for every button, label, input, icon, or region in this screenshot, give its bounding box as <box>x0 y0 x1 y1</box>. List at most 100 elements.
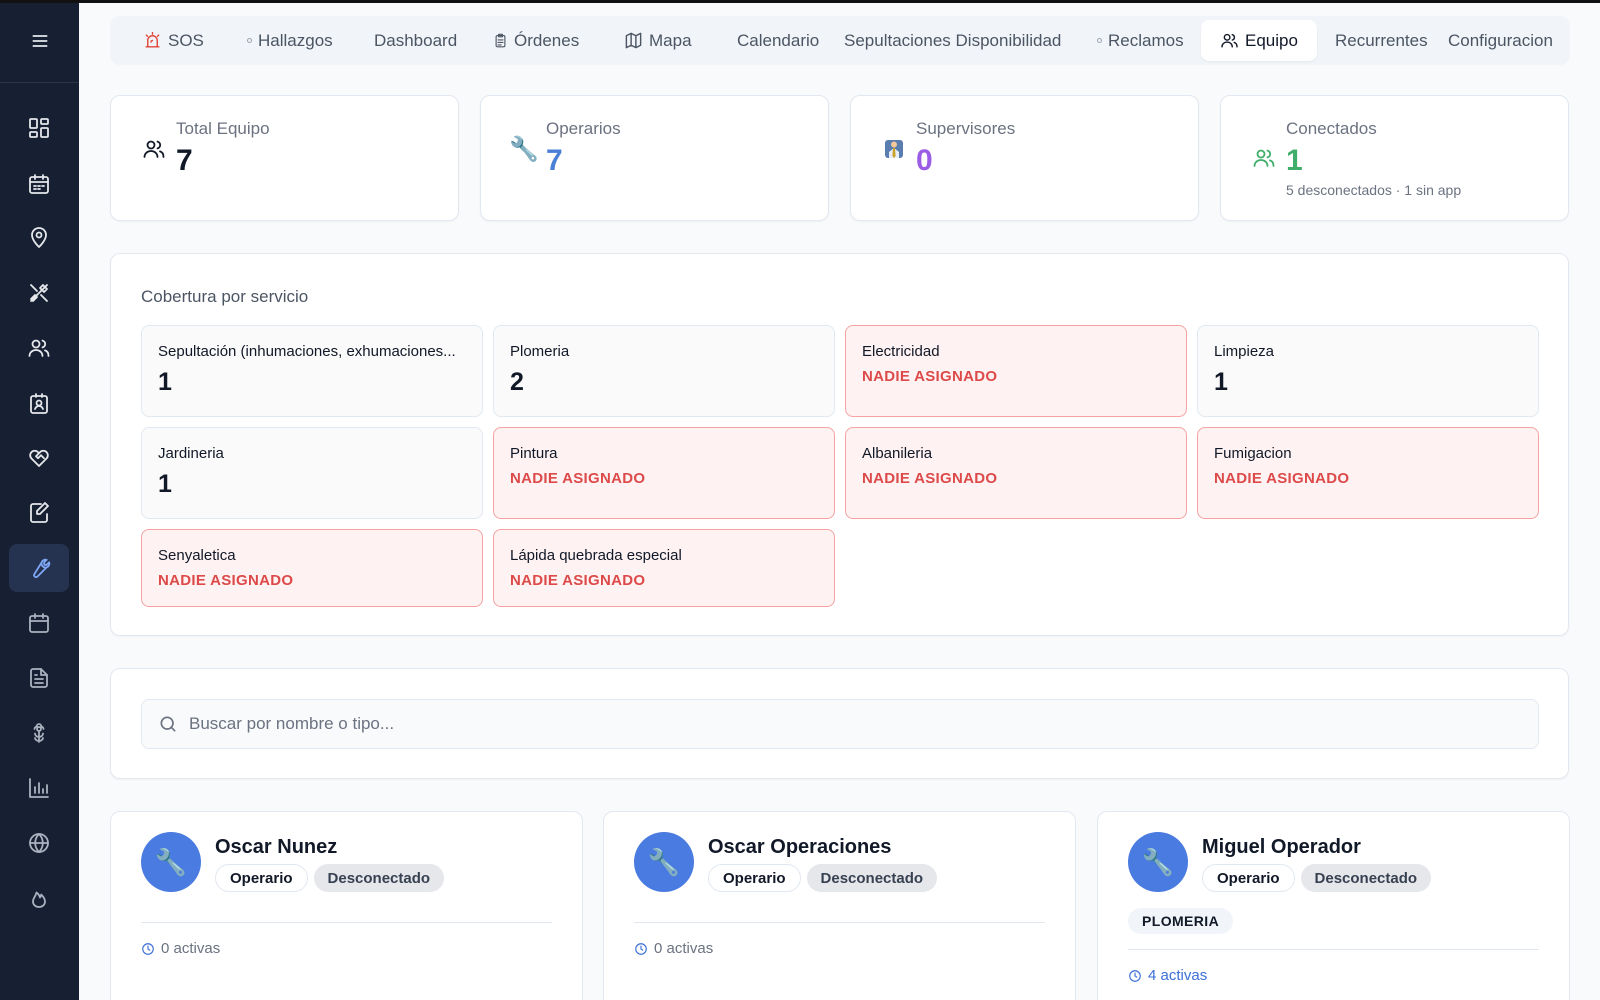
coverage-item-unassigned: Senyaletica NADIE ASIGNADO <box>141 529 483 607</box>
clock-icon <box>635 942 647 955</box>
coverage-item-count: 1 <box>1214 368 1228 396</box>
stat-value: 7 <box>546 144 563 177</box>
avatar: 🔧 <box>634 832 694 892</box>
wrench-icon: 🔧 <box>509 135 539 163</box>
search-input[interactable] <box>189 714 1489 734</box>
sidebar-item-users[interactable] <box>9 324 69 372</box>
sidebar-item-tools[interactable] <box>9 269 69 317</box>
tab-recurrentes-label: Recurrentes <box>1335 30 1428 50</box>
tab-sos[interactable]: SOS <box>143 20 204 61</box>
tab-sepultaciones[interactable]: Sepultaciones Disponibilidad <box>844 20 1061 61</box>
sidebar-item-flowers[interactable] <box>9 709 69 757</box>
map-pin-icon <box>31 227 47 248</box>
tab-calendario-label: Calendario <box>737 30 820 50</box>
sidebar-item-reports[interactable] <box>9 764 69 812</box>
tab-equipo[interactable]: Equipo <box>1201 20 1317 61</box>
users-icon <box>1251 145 1277 171</box>
member-card[interactable]: 🔧 Oscar Nunez Operario Desconectado 0 ac… <box>110 811 583 1000</box>
coverage-title: Cobertura por servicio <box>141 287 309 306</box>
sidebar <box>0 0 79 1000</box>
sidebar-item-forms[interactable] <box>9 489 69 537</box>
tab-hallazgos-label: Hallazgos <box>258 30 333 50</box>
stat-card-supervisores: Supervisores 0 <box>850 95 1199 221</box>
tab-reclamos[interactable]: Reclamos <box>1097 20 1184 61</box>
active-orders: 0 activas <box>141 940 220 957</box>
coverage-item-count: 1 <box>158 368 172 396</box>
menu-icon[interactable] <box>30 31 50 51</box>
supervisor-icon <box>881 136 907 162</box>
unassigned-label: NADIE ASIGNADO <box>158 572 294 589</box>
stat-value: 1 <box>1286 144 1303 177</box>
member-card[interactable]: 🔧 Oscar Operaciones Operario Desconectad… <box>603 811 1076 1000</box>
calendar-icon <box>29 613 49 633</box>
stat-value: 0 <box>916 144 933 177</box>
sidebar-item-equipo[interactable] <box>9 544 69 592</box>
tab-hallazgos[interactable]: Hallazgos <box>247 20 333 61</box>
coverage-item-unassigned: Lápida quebrada especial NADIE ASIGNADO <box>493 529 835 607</box>
coverage-item: Sepultación (inhumaciones, exhumaciones.… <box>141 325 483 417</box>
tab-calendario[interactable]: Calendario <box>737 20 819 61</box>
dot-icon <box>1097 38 1102 43</box>
stat-label: Conectados <box>1286 119 1377 138</box>
coverage-item-name: Pintura <box>510 445 558 462</box>
window-top-border <box>0 0 1600 3</box>
users-icon <box>1221 33 1238 48</box>
coverage-item: Jardineria 1 <box>141 427 483 519</box>
sidebar-item-globe[interactable] <box>9 819 69 867</box>
wrench-icon: 🔧 <box>647 846 681 877</box>
coverage-panel: Cobertura por servicio Sepultación (inhu… <box>110 253 1569 636</box>
service-tag: PLOMERIA <box>1128 908 1234 934</box>
search-icon <box>160 716 176 732</box>
member-card[interactable]: 🔧 Miguel Operador Operario Desconectado … <box>1097 811 1570 1000</box>
clock-icon <box>1129 969 1141 982</box>
unassigned-label: NADIE ASIGNADO <box>862 470 998 487</box>
clipboard-icon <box>495 33 506 48</box>
member-badges: Operario Desconectado <box>215 864 445 892</box>
dashboard-grid-icon <box>29 118 49 138</box>
unassigned-label: NADIE ASIGNADO <box>510 572 646 589</box>
tab-recurrentes[interactable]: Recurrentes <box>1335 20 1428 61</box>
status-badge: Desconectado <box>313 864 445 892</box>
tab-reclamos-label: Reclamos <box>1108 30 1184 50</box>
coverage-item-name: Fumigacion <box>1214 445 1292 462</box>
sidebar-item-schedule[interactable] <box>9 599 69 647</box>
tab-configuracion-label: Configuracion <box>1448 30 1553 50</box>
coverage-item-unassigned: Fumigacion NADIE ASIGNADO <box>1197 427 1539 519</box>
globe-icon <box>29 833 49 853</box>
dot-icon <box>247 38 252 43</box>
coverage-item-name: Sepultación (inhumaciones, exhumaciones.… <box>158 343 456 360</box>
document-icon <box>30 668 48 688</box>
tab-mapa-label: Mapa <box>649 30 692 50</box>
sidebar-item-map[interactable] <box>9 214 69 262</box>
sidebar-item-cremation[interactable] <box>9 874 69 922</box>
coverage-item-name: Jardineria <box>158 445 224 462</box>
tab-dashboard[interactable]: Dashboard <box>374 20 457 61</box>
tab-mapa[interactable]: Mapa <box>624 20 692 61</box>
top-tab-bar: SOS Hallazgos Dashboard Órdenes Mapa Cal… <box>110 16 1570 65</box>
sidebar-item-contacts[interactable] <box>9 380 69 428</box>
active-orders-label: 0 activas <box>161 940 221 957</box>
tab-ordenes[interactable]: Órdenes <box>493 20 579 61</box>
role-badge: Operario <box>708 864 801 892</box>
active-orders-label: 4 activas <box>1148 967 1208 984</box>
sidebar-item-documents[interactable] <box>9 654 69 702</box>
tab-configuracion[interactable]: Configuracion <box>1448 20 1553 61</box>
coverage-item-name: Senyaletica <box>158 547 236 564</box>
sidebar-item-calendar[interactable] <box>9 160 69 208</box>
contact-badge-icon <box>30 393 48 414</box>
coverage-item-unassigned: Electricidad NADIE ASIGNADO <box>845 325 1187 417</box>
tab-ordenes-label: Órdenes <box>514 30 580 50</box>
status-badge: Desconectado <box>806 864 938 892</box>
stat-subtext: 5 desconectados · 1 sin app <box>1286 182 1462 198</box>
tab-equipo-label: Equipo <box>1245 30 1298 50</box>
sidebar-item-services[interactable] <box>9 434 69 482</box>
search-box <box>141 699 1539 749</box>
coverage-item-name: Lápida quebrada especial <box>510 547 682 564</box>
member-badges: Operario Desconectado <box>708 864 938 892</box>
wrench-icon: 🔧 <box>1141 846 1175 877</box>
users-icon <box>141 136 167 162</box>
coverage-item-name: Plomeria <box>510 343 570 360</box>
sidebar-item-dashboard[interactable] <box>9 104 69 152</box>
coverage-item-unassigned: Albanileria NADIE ASIGNADO <box>845 427 1187 519</box>
divider <box>634 922 1045 923</box>
